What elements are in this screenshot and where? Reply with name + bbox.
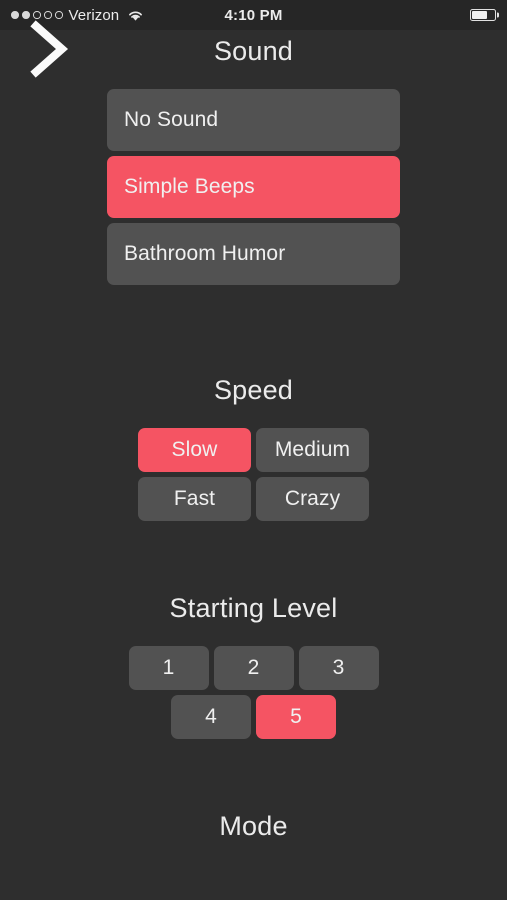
- sound-option-label: Bathroom Humor: [124, 242, 286, 265]
- section-title-starting-level: Starting Level: [169, 593, 338, 623]
- status-bar-right: [470, 8, 499, 22]
- settings-content: Sound No Sound Simple Beeps Bathroom Hum…: [0, 30, 507, 842]
- battery-icon: [470, 8, 499, 22]
- section-mode: Mode: [0, 811, 507, 842]
- starting-level-option-2[interactable]: 2: [213, 646, 294, 690]
- sound-option-label: Simple Beeps: [124, 175, 255, 198]
- section-starting-level: Starting Level 1 2 3 4 5: [0, 593, 507, 739]
- starting-level-option-5[interactable]: 5: [256, 695, 336, 739]
- sound-option-list: No Sound Simple Beeps Bathroom Humor: [0, 89, 507, 285]
- starting-level-option-list: 1 2 3 4 5: [0, 646, 507, 739]
- back-button[interactable]: [22, 18, 74, 80]
- section-speed: Speed Slow Medium Fast Crazy: [0, 375, 507, 521]
- starting-level-label: 5: [290, 705, 302, 728]
- speed-option-list: Slow Medium Fast Crazy: [0, 428, 507, 521]
- starting-level-option-1[interactable]: 1: [128, 646, 209, 690]
- speed-option-fast[interactable]: Fast: [138, 477, 251, 521]
- section-title-sound: Sound: [213, 36, 294, 66]
- wifi-icon: [129, 10, 143, 21]
- sound-option-no-sound[interactable]: No Sound: [107, 89, 400, 151]
- sound-option-label: No Sound: [124, 108, 219, 131]
- sound-option-bathroom-humor[interactable]: Bathroom Humor: [107, 223, 400, 285]
- sound-option-simple-beeps[interactable]: Simple Beeps: [107, 156, 400, 218]
- starting-level-label: 3: [332, 656, 345, 679]
- section-sound: Sound No Sound Simple Beeps Bathroom Hum…: [0, 36, 507, 285]
- speed-option-medium[interactable]: Medium: [256, 428, 369, 472]
- speed-option-label: Fast: [173, 487, 216, 510]
- speed-option-label: Medium: [274, 438, 351, 461]
- speed-option-label: Crazy: [284, 487, 341, 510]
- section-title-speed: Speed: [213, 375, 294, 405]
- starting-level-option-3[interactable]: 3: [298, 646, 379, 690]
- section-title-mode: Mode: [219, 811, 288, 841]
- starting-level-label: 2: [247, 656, 260, 679]
- starting-level-label: 1: [162, 656, 175, 679]
- speed-option-slow[interactable]: Slow: [138, 428, 251, 472]
- starting-level-option-4[interactable]: 4: [171, 695, 251, 739]
- carrier-label: Verizon: [68, 6, 120, 24]
- starting-level-label: 4: [205, 705, 217, 728]
- status-bar: Verizon 4:10 PM: [0, 0, 507, 30]
- chevron-right-icon: [30, 20, 69, 78]
- speed-option-crazy[interactable]: Crazy: [256, 477, 369, 521]
- speed-option-label: Slow: [171, 438, 218, 461]
